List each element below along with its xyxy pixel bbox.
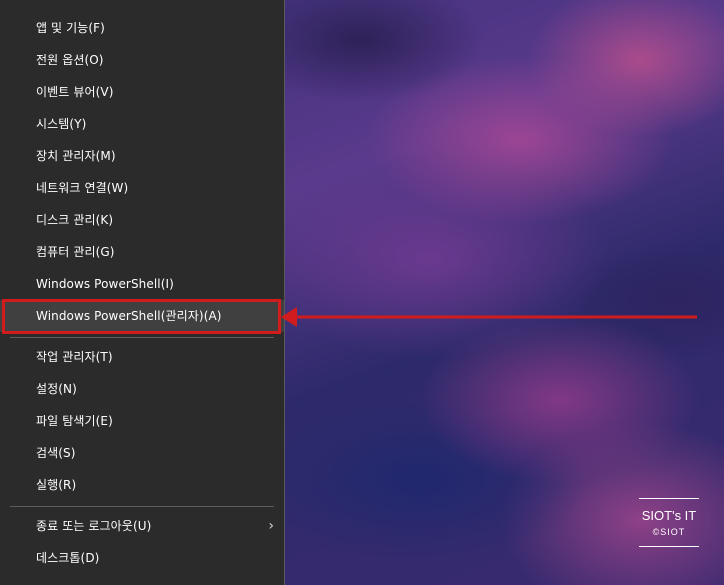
menu-item-label: 전원 옵션(O)	[36, 53, 104, 67]
highlight-box	[2, 299, 281, 334]
menu-item-system[interactable]: 시스템(Y)	[0, 108, 284, 140]
menu-item-power-options[interactable]: 전원 옵션(O)	[0, 44, 284, 76]
menu-item-task-manager[interactable]: 작업 관리자(T)	[0, 341, 284, 373]
menu-item-label: 컴퓨터 관리(G)	[36, 245, 115, 259]
menu-item-run[interactable]: 실행(R)	[0, 469, 284, 501]
menu-item-label: 앱 및 기능(F)	[36, 21, 105, 35]
watermark-copyright: ©SIOT	[652, 527, 686, 537]
menu-item-file-explorer[interactable]: 파일 탐색기(E)	[0, 405, 284, 437]
menu-separator	[10, 506, 274, 507]
menu-item-computer-management[interactable]: 컴퓨터 관리(G)	[0, 236, 284, 268]
menu-item-label: 디스크 관리(K)	[36, 213, 114, 227]
menu-item-settings[interactable]: 설정(N)	[0, 373, 284, 405]
left-arrow-icon	[281, 307, 697, 327]
menu-item-label: 네트워크 연결(W)	[36, 181, 129, 195]
menu-item-label: 데스크톱(D)	[36, 551, 100, 565]
watermark: SIOT's IT ©SIOT	[638, 498, 700, 547]
menu-item-search[interactable]: 검색(S)	[0, 437, 284, 469]
menu-item-label: Windows PowerShell(I)	[36, 277, 174, 291]
watermark-title: SIOT's IT	[641, 508, 697, 523]
menu-item-label: 검색(S)	[36, 446, 76, 460]
menu-item-label: 이벤트 뷰어(V)	[36, 85, 114, 99]
menu-separator	[10, 337, 274, 338]
menu-item-disk-management[interactable]: 디스크 관리(K)	[0, 204, 284, 236]
menu-item-windows-powershell[interactable]: Windows PowerShell(I)	[0, 268, 284, 300]
menu-item-label: 장치 관리자(M)	[36, 149, 116, 163]
menu-item-label: 실행(R)	[36, 478, 77, 492]
menu-item-label: 작업 관리자(T)	[36, 350, 113, 364]
menu-item-label: 시스템(Y)	[36, 117, 87, 131]
menu-item-network-connections[interactable]: 네트워크 연결(W)	[0, 172, 284, 204]
winx-context-menu: 앱 및 기능(F) 전원 옵션(O) 이벤트 뷰어(V) 시스템(Y) 장치 관…	[0, 0, 285, 585]
menu-item-device-manager[interactable]: 장치 관리자(M)	[0, 140, 284, 172]
menu-item-label: 설정(N)	[36, 382, 77, 396]
menu-item-label: 파일 탐색기(E)	[36, 414, 113, 428]
menu-item-shutdown-or-sign-out[interactable]: 종료 또는 로그아웃(U) ›	[0, 510, 284, 542]
watermark-divider	[639, 546, 699, 547]
chevron-right-icon: ›	[268, 518, 274, 534]
menu-item-label: 종료 또는 로그아웃(U)	[36, 519, 152, 533]
menu-item-event-viewer[interactable]: 이벤트 뷰어(V)	[0, 76, 284, 108]
menu-item-apps-and-features[interactable]: 앱 및 기능(F)	[0, 12, 284, 44]
watermark-divider	[639, 498, 699, 499]
menu-item-desktop[interactable]: 데스크톱(D)	[0, 542, 284, 574]
